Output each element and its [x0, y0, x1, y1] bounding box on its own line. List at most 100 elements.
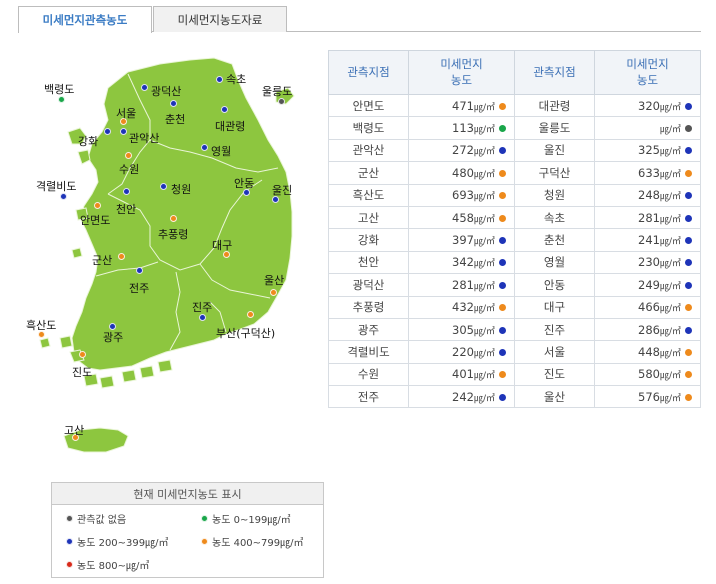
- marker-ulsan[interactable]: [270, 289, 277, 296]
- marker-gwanaksan[interactable]: [120, 128, 127, 135]
- level-dot-icon: [499, 125, 506, 133]
- unit-label: ㎍/㎥: [659, 147, 681, 158]
- site-cell: 진주: [514, 317, 595, 342]
- level-dot-icon: [499, 102, 506, 110]
- marker-ganghwa[interactable]: [104, 128, 111, 135]
- site-cell: 격렬비도: [328, 340, 409, 364]
- marker-ulleungdo[interactable]: [278, 98, 285, 105]
- marker-jeonju[interactable]: [136, 267, 143, 274]
- map-label-yeongwol: 영월: [211, 145, 232, 158]
- concentration-value: 693: [452, 188, 474, 203]
- marker-gwangju[interactable]: [109, 323, 116, 330]
- site-cell: 백령도: [328, 116, 409, 140]
- site-cell: 광덕산: [328, 273, 409, 297]
- site-cell: 고산: [328, 205, 409, 230]
- legend-box: 현재 미세먼지농도 표시 관측값 없음 농도 0~199㎍/㎥ 농도 200~3…: [51, 482, 324, 578]
- gray-dot-icon: [66, 515, 73, 522]
- site-cell: 울산: [514, 385, 595, 409]
- map-label-jeonju: 전주: [129, 282, 150, 295]
- map-label-jinju: 진주: [192, 301, 213, 314]
- table-row: 격렬비도 220㎍/㎥ 서울 448㎍/㎥: [328, 340, 701, 364]
- marker-baengnyeongdo[interactable]: [58, 96, 65, 103]
- unit-label: ㎍/㎥: [473, 393, 495, 404]
- unit-label: ㎍/㎥: [659, 259, 681, 270]
- marker-andong[interactable]: [243, 189, 250, 196]
- unit-label: ㎍/㎥: [659, 281, 681, 292]
- marker-jindo[interactable]: [79, 351, 86, 358]
- marker-jinju[interactable]: [199, 314, 206, 321]
- concentration-value: 320: [638, 98, 660, 113]
- col-header-concentration: 미세먼지 농도: [594, 50, 701, 95]
- marker-daegwallyeong[interactable]: [221, 106, 228, 113]
- value-cell: 432㎍/㎥: [408, 295, 515, 319]
- col-header-concentration: 미세먼지 농도: [408, 50, 515, 95]
- map-label-gyeongnyeolbido: 격렬비도: [36, 180, 77, 193]
- table-row: 천안 342㎍/㎥ 영월 230㎍/㎥: [328, 250, 701, 275]
- value-cell: 471㎍/㎥: [408, 93, 515, 118]
- value-cell: 113㎍/㎥: [408, 116, 515, 140]
- marker-chuncheon[interactable]: [170, 100, 177, 107]
- concentration-value: 230: [638, 255, 660, 270]
- unit-label: ㎍/㎥: [659, 192, 681, 203]
- map-label-cheonan: 천안: [116, 203, 137, 216]
- map-label-baengnyeongdo: 백령도: [44, 83, 75, 96]
- table-header-row: 관측지점 미세먼지 농도 관측지점 미세먼지 농도: [328, 50, 701, 95]
- marker-gwangdeoksan[interactable]: [141, 84, 148, 91]
- map-label-gwangdeoksan: 광덕산: [151, 85, 182, 98]
- unit-label: ㎍/㎥: [473, 125, 495, 136]
- marker-heuksando[interactable]: [38, 331, 45, 338]
- site-cell: 청원: [514, 183, 595, 207]
- unit-label: ㎍/㎥: [473, 102, 495, 113]
- site-cell: 군산: [328, 161, 409, 185]
- marker-busan-gudeoksan[interactable]: [247, 311, 254, 318]
- marker-uljin[interactable]: [272, 196, 279, 203]
- table-row: 추풍령 432㎍/㎥ 대구 466㎍/㎥: [328, 295, 701, 319]
- site-cell: 울진: [514, 138, 595, 163]
- level-dot-icon: [685, 237, 692, 245]
- marker-sokcho[interactable]: [216, 76, 223, 83]
- marker-daegu[interactable]: [223, 251, 230, 258]
- marker-anmyeondo[interactable]: [94, 202, 101, 209]
- legend-label: 관측값 없음: [77, 515, 127, 526]
- marker-gyeongnyeolbido[interactable]: [60, 193, 67, 200]
- site-cell: 대관령: [514, 93, 595, 118]
- tab-fine-dust-data[interactable]: 미세먼지농도자료: [153, 6, 287, 32]
- marker-suwon[interactable]: [125, 152, 132, 159]
- table-row: 안면도 471㎍/㎥ 대관령 320㎍/㎥: [328, 93, 701, 118]
- marker-cheongwon[interactable]: [160, 183, 167, 190]
- marker-gunsan[interactable]: [118, 253, 125, 260]
- unit-label: ㎍/㎥: [473, 147, 495, 158]
- legend-label: 농도 200~399㎍/㎥: [77, 538, 169, 549]
- value-cell: 466㎍/㎥: [594, 295, 701, 319]
- concentration-value: 242: [452, 389, 474, 404]
- value-cell: 480㎍/㎥: [408, 161, 515, 185]
- value-cell: 397㎍/㎥: [408, 228, 515, 252]
- value-cell: 242㎍/㎥: [408, 385, 515, 409]
- red-dot-icon: [66, 561, 73, 568]
- concentration-value: 466: [638, 300, 660, 315]
- table-row: 군산 480㎍/㎥ 구덕산 633㎍/㎥: [328, 161, 701, 185]
- level-dot-icon: [499, 326, 506, 334]
- unit-label: ㎍/㎥: [659, 237, 681, 248]
- concentration-value: 305: [452, 322, 474, 337]
- table-row: 강화 397㎍/㎥ 춘천 241㎍/㎥: [328, 228, 701, 252]
- map-label-gunsan: 군산: [92, 254, 113, 267]
- site-cell: 속초: [514, 205, 595, 230]
- map-label-seoul: 서울: [116, 107, 137, 120]
- concentration-value: 342: [452, 255, 474, 270]
- level-dot-icon: [685, 281, 692, 289]
- site-cell: 강화: [328, 228, 409, 252]
- concentration-value: 576: [638, 389, 660, 404]
- concentration-value: 397: [452, 233, 474, 248]
- table-row: 광덕산 281㎍/㎥ 안동 249㎍/㎥: [328, 273, 701, 297]
- concentration-value: 480: [452, 165, 474, 180]
- marker-chupungnyeong[interactable]: [170, 215, 177, 222]
- marker-yeongwol[interactable]: [201, 144, 208, 151]
- blue-dot-icon: [66, 538, 73, 545]
- tab-fine-dust-observed[interactable]: 미세먼지관측농도: [18, 6, 152, 33]
- marker-cheonan[interactable]: [123, 188, 130, 195]
- unit-label: ㎍/㎥: [659, 102, 681, 113]
- table-row: 수원 401㎍/㎥ 진도 580㎍/㎥: [328, 362, 701, 387]
- level-dot-icon: [499, 192, 506, 200]
- table-row: 백령도 113㎍/㎥ 울릉도 ㎍/㎥: [328, 116, 701, 140]
